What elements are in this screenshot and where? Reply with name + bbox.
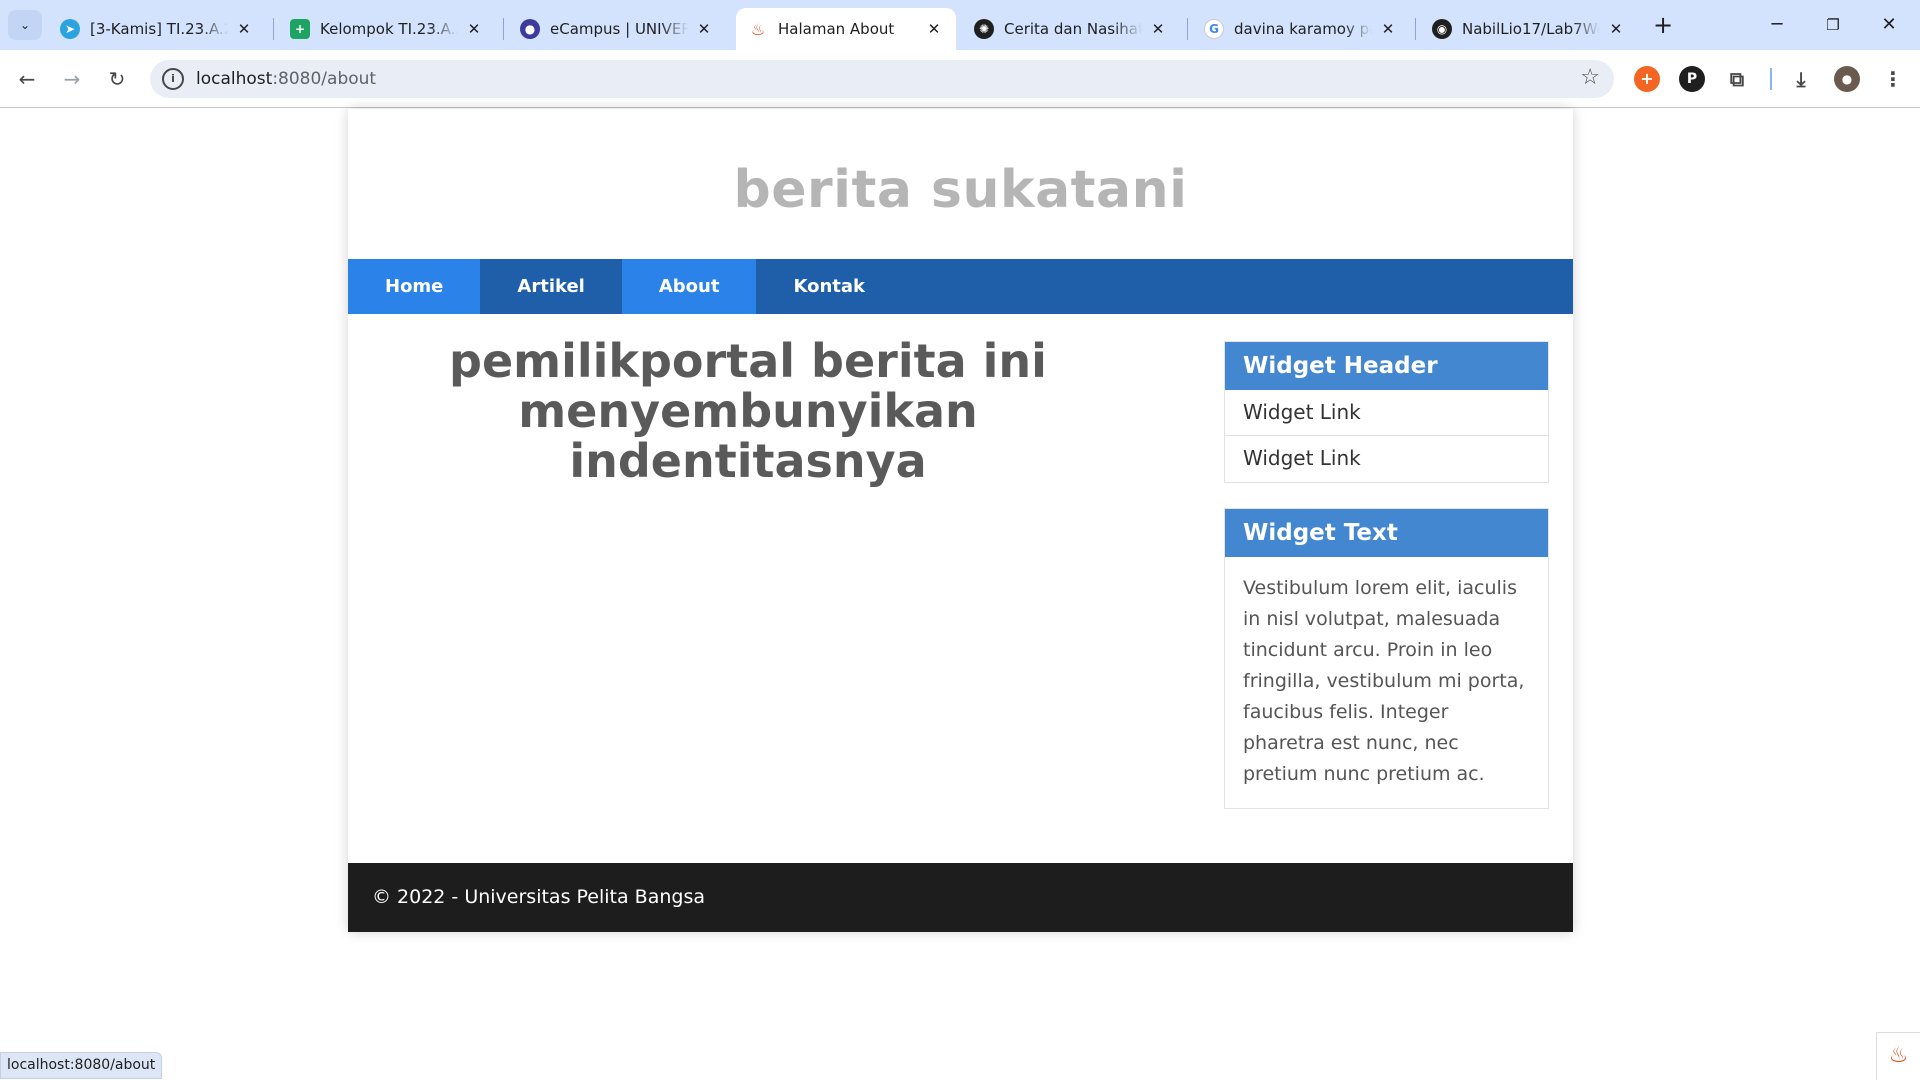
campus-icon: ● [520, 19, 540, 39]
site-header: berita sukatani [348, 109, 1573, 259]
flame-icon: ♨ [750, 19, 766, 39]
site-info-icon[interactable]: i [162, 68, 184, 90]
nav-artikel[interactable]: Artikel [480, 259, 621, 314]
tab-title: Halaman About [778, 20, 895, 38]
tab-title: [3-Kamis] TI.23.A.2 Pe [90, 20, 228, 38]
back-icon[interactable]: ← [10, 62, 44, 96]
page-viewport: berita sukatani Home Artikel About Konta… [0, 109, 1920, 1080]
status-bar-url: localhost:8080/about [0, 1052, 163, 1079]
new-tab-button[interactable]: + [1648, 11, 1678, 41]
tab-title: eCampus | UNIVERSI [550, 20, 688, 38]
forward-icon[interactable]: → [55, 62, 89, 96]
minimize-icon[interactable]: ─ [1754, 8, 1800, 42]
tab-halaman-about[interactable]: ♨ Halaman About ✕ [736, 8, 956, 50]
address-url[interactable]: localhost:8080/about [196, 69, 376, 89]
widget-header-title: Widget Header [1225, 342, 1548, 390]
nav-kontak[interactable]: Kontak [756, 259, 902, 314]
widget-text-title: Widget Text [1225, 509, 1548, 557]
close-icon[interactable]: ✕ [234, 20, 254, 38]
debug-toolbar-flame-icon[interactable]: ♨ [1876, 1032, 1920, 1080]
close-icon[interactable]: ✕ [694, 20, 714, 38]
tab-title: davina karamoy paka [1234, 20, 1372, 38]
toolbar-separator [1770, 68, 1772, 90]
article-title: pemilikportal berita ini menyembunyikan … [449, 334, 1047, 488]
close-icon[interactable]: ✕ [1148, 20, 1168, 38]
tab-search-chevron-icon[interactable]: ⌄ [8, 10, 42, 40]
widget-header-box: Widget Header Widget Link Widget Link [1224, 341, 1549, 483]
close-icon[interactable]: ✕ [1378, 20, 1398, 38]
tab-separator [503, 18, 504, 40]
nav-home[interactable]: Home [348, 259, 481, 314]
tab-separator [1187, 18, 1188, 40]
site-footer: © 2022 - Universitas Pelita Bangsa [348, 863, 1573, 932]
widget-link[interactable]: Widget Link [1225, 390, 1548, 436]
bookmark-star-icon[interactable]: ☆ [1580, 65, 1600, 90]
nav-about[interactable]: About [621, 259, 757, 314]
extension-plus-icon[interactable]: + [1634, 66, 1660, 92]
url-host: localhost [196, 69, 273, 89]
tab-title: Cerita dan Nasihat [1004, 20, 1142, 38]
main-nav: Home Artikel About Kontak [348, 259, 1573, 314]
site-title: berita sukatani [733, 160, 1188, 220]
close-window-icon[interactable]: ✕ [1866, 8, 1912, 42]
download-icon[interactable]: ⤓ [1788, 66, 1814, 92]
tab-kelompok[interactable]: + Kelompok TI.23.A.2 - ✕ [278, 8, 496, 50]
address-bar[interactable]: i localhost:8080/about ☆ [150, 60, 1614, 98]
tab-ecampus[interactable]: ● eCampus | UNIVERSI ✕ [508, 8, 726, 50]
content-area: pemilikportal berita ini menyembunyikan … [348, 314, 1573, 822]
tab-separator [273, 18, 274, 40]
tab-github[interactable]: ◉ NabilLio17/Lab7Web ✕ [1420, 8, 1638, 50]
close-icon[interactable]: ✕ [924, 20, 944, 38]
close-icon[interactable]: ✕ [464, 20, 484, 38]
tab-separator [1415, 18, 1416, 40]
github-icon: ◉ [1432, 19, 1452, 39]
sheets-plus-icon: + [290, 19, 310, 39]
tab-google[interactable]: G davina karamoy paka ✕ [1192, 8, 1410, 50]
telegram-icon: ➤ [60, 19, 80, 39]
tab-strip: ⌄ ➤ [3-Kamis] TI.23.A.2 Pe ✕ + Kelompok … [0, 0, 1920, 50]
reload-icon[interactable]: ↻ [100, 62, 134, 96]
widget-link[interactable]: Widget Link [1225, 436, 1548, 482]
restore-icon[interactable]: ❐ [1810, 8, 1856, 42]
widget-text-body: Vestibulum lorem elit, iaculis in nisl v… [1243, 577, 1525, 785]
openai-icon: ✺ [974, 19, 994, 39]
menu-kebab-icon[interactable]: ⋮ [1880, 66, 1906, 92]
url-path: :8080/about [272, 69, 377, 89]
close-icon[interactable]: ✕ [1606, 20, 1626, 38]
browser-toolbar: ← → ↻ i localhost:8080/about ☆ + P ⧉ ⤓ ●… [0, 50, 1920, 108]
tab-title: Kelompok TI.23.A.2 - [320, 20, 458, 38]
google-icon: G [1204, 19, 1224, 39]
tab-title: NabilLio17/Lab7Web [1462, 20, 1600, 38]
tab-cerita[interactable]: ✺ Cerita dan Nasihat ✕ [962, 8, 1180, 50]
extensions-puzzle-icon[interactable]: ⧉ [1724, 66, 1750, 92]
site-container: berita sukatani Home Artikel About Konta… [348, 109, 1573, 932]
tab-telegram[interactable]: ➤ [3-Kamis] TI.23.A.2 Pe ✕ [48, 8, 266, 50]
widget-text-box: Widget Text Vestibulum lorem elit, iacul… [1224, 508, 1549, 809]
extension-p-icon[interactable]: P [1679, 66, 1705, 92]
profile-avatar[interactable]: ● [1834, 66, 1860, 92]
